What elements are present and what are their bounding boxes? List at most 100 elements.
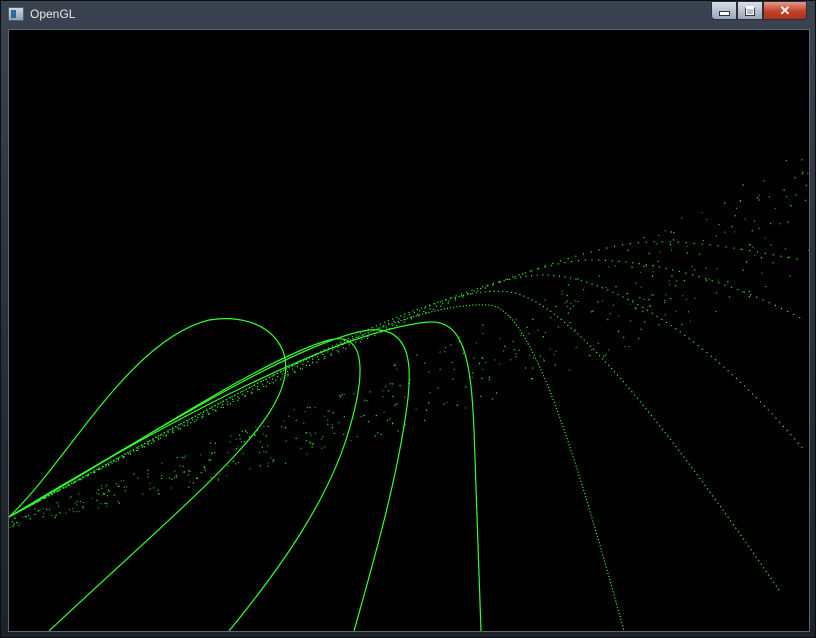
cloud-point xyxy=(458,336,460,338)
cloud-point xyxy=(340,396,342,398)
cloud-point xyxy=(353,393,355,395)
cloud-point xyxy=(25,515,27,517)
cloud-point xyxy=(664,299,666,301)
cloud-point xyxy=(270,457,272,459)
cloud-point xyxy=(34,508,36,510)
cloud-point xyxy=(537,329,539,331)
cloud-point xyxy=(673,232,675,234)
cloud-point xyxy=(309,432,311,434)
window-app-icon[interactable] xyxy=(8,7,24,21)
cloud-point xyxy=(683,280,685,282)
cloud-point xyxy=(235,463,237,465)
cloud-point xyxy=(309,441,311,443)
cloud-point xyxy=(717,279,719,281)
cloud-point xyxy=(300,447,302,449)
cloud-point xyxy=(416,354,418,356)
cloud-point xyxy=(520,332,523,334)
cloud-point xyxy=(105,486,107,488)
cloud-point xyxy=(728,296,731,298)
cloud-point xyxy=(664,230,667,232)
cloud-point xyxy=(689,320,691,322)
cloud-point xyxy=(652,294,654,296)
cloud-point xyxy=(528,354,530,356)
cloud-point xyxy=(118,502,121,504)
cloud-point xyxy=(740,248,742,250)
cloud-point xyxy=(117,501,119,503)
cloud-point xyxy=(482,357,484,359)
cloud-point xyxy=(754,254,756,256)
cloud-point xyxy=(396,368,398,370)
cloud-point xyxy=(801,173,803,175)
cloud-point xyxy=(634,307,636,309)
cloud-point xyxy=(327,419,329,421)
cloud-point xyxy=(147,469,149,471)
cloud-point xyxy=(204,469,206,472)
cloud-point xyxy=(78,510,80,513)
gl-canvas[interactable] xyxy=(8,29,810,632)
cloud-point xyxy=(395,364,397,366)
cloud-point xyxy=(262,433,264,435)
cloud-point xyxy=(702,239,704,242)
cloud-point xyxy=(675,285,677,287)
cloud-point xyxy=(509,316,511,318)
cloud-point xyxy=(575,346,577,349)
field-line-dotted xyxy=(9,290,780,591)
cloud-point xyxy=(161,477,163,480)
cloud-point xyxy=(515,318,517,320)
cloud-point xyxy=(671,249,673,251)
cloud-point xyxy=(226,475,228,477)
cloud-point xyxy=(658,234,660,236)
cloud-point xyxy=(306,432,308,434)
cloud-point xyxy=(617,315,620,317)
cloud-point xyxy=(640,286,642,288)
cloud-point xyxy=(389,383,392,385)
cloud-point xyxy=(786,195,788,198)
cloud-point xyxy=(528,333,530,335)
cloud-point xyxy=(648,299,650,301)
cloud-point xyxy=(311,446,313,448)
opengl-window: OpenGL ✕ xyxy=(0,0,816,638)
cloud-point xyxy=(428,402,430,404)
cloud-point xyxy=(481,377,483,379)
close-icon: ✕ xyxy=(779,2,791,18)
cloud-point xyxy=(118,485,120,487)
maximize-button[interactable] xyxy=(737,1,763,20)
cloud-point xyxy=(485,361,487,364)
cloud-point xyxy=(790,205,792,207)
cloud-point xyxy=(374,435,376,437)
title-bar[interactable]: OpenGL ✕ xyxy=(1,1,815,27)
cloud-point xyxy=(566,300,568,302)
cloud-point xyxy=(518,349,520,351)
cloud-point xyxy=(115,483,118,485)
cloud-point xyxy=(375,415,377,417)
cloud-point xyxy=(369,391,371,393)
cloud-point xyxy=(527,343,529,345)
cloud-point xyxy=(239,438,241,440)
cloud-point xyxy=(356,436,358,438)
cloud-point xyxy=(107,495,109,497)
cloud-point xyxy=(108,490,110,492)
cloud-point xyxy=(288,415,290,417)
cloud-point xyxy=(465,386,467,388)
cloud-point xyxy=(561,293,563,295)
close-button[interactable]: ✕ xyxy=(763,1,807,20)
cloud-point xyxy=(450,344,452,346)
cloud-point xyxy=(543,360,545,362)
cloud-point xyxy=(402,426,404,428)
cloud-point xyxy=(567,312,569,314)
cloud-point xyxy=(303,422,305,424)
cloud-point xyxy=(382,390,384,392)
cloud-point xyxy=(694,297,696,299)
cloud-point xyxy=(752,246,754,248)
cloud-point xyxy=(314,406,316,408)
minimize-button[interactable] xyxy=(711,1,737,20)
cloud-point xyxy=(366,400,368,402)
cloud-point xyxy=(569,322,571,324)
cloud-point xyxy=(230,435,232,437)
cloud-point xyxy=(322,436,324,438)
cloud-point xyxy=(787,221,789,223)
cloud-point xyxy=(742,291,744,293)
cloud-point xyxy=(415,408,417,410)
cloud-point xyxy=(670,243,672,246)
cloud-point xyxy=(727,281,729,283)
